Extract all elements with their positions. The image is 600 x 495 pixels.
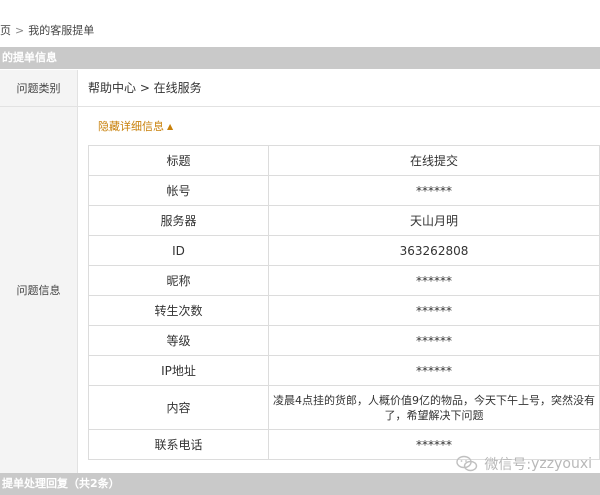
field-name: 等级: [88, 325, 269, 356]
table-row: 内容 凌晨4点挂的货郎，人概价值9亿的物品，今天下午上号，突然没有了，希望解决下问…: [88, 385, 600, 430]
breadcrumb-separator: >: [15, 24, 25, 37]
field-value: 在线提交: [268, 145, 600, 176]
hide-details-label: 隐藏详细信息: [98, 120, 164, 133]
field-value: 天山月明: [268, 205, 600, 236]
field-name: 联系电话: [88, 429, 269, 460]
breadcrumb-current: 我的客服提单: [28, 24, 95, 37]
field-name: 内容: [88, 385, 269, 430]
table-row: 昵称 ******: [88, 265, 600, 296]
table-row: 等级 ******: [88, 325, 600, 356]
field-name: 昵称: [88, 265, 269, 296]
field-name: IP地址: [88, 355, 269, 386]
hide-details-toggle[interactable]: 隐藏详细信息 ▲: [98, 118, 173, 134]
table-row: 转生次数 ******: [88, 295, 600, 326]
breadcrumb-parent[interactable]: 页: [0, 24, 11, 37]
watermark-account: yzzyouxi: [531, 456, 592, 472]
field-name: 服务器: [88, 205, 269, 236]
field-name: 转生次数: [88, 295, 269, 326]
breadcrumb: 页 > 我的客服提单: [0, 20, 94, 42]
field-value: ******: [268, 355, 600, 386]
field-value: 363262808: [268, 235, 600, 266]
question-info-label: 问题信息: [0, 107, 78, 473]
field-value: 凌晨4点挂的货郎，人概价值9亿的物品，今天下午上号，突然没有了，希望解决下问题: [268, 385, 600, 430]
wechat-icon: [456, 455, 478, 473]
question-type-row: 问题类别 帮助中心 > 在线服务: [0, 70, 600, 107]
table-row: 帐号 ******: [88, 175, 600, 206]
field-value: ******: [268, 175, 600, 206]
question-type-label: 问题类别: [0, 70, 78, 106]
reply-section-header: 提单处理回复（共2条）: [0, 473, 600, 495]
field-value: ******: [268, 265, 600, 296]
detail-table: 标题 在线提交 帐号 ****** 服务器 天山月明 ID 363262808 昵称 ******…: [88, 145, 600, 460]
table-row: 标题 在线提交: [88, 145, 600, 176]
watermark-prefix: 微信号:: [484, 457, 532, 473]
caret-up-icon: ▲: [167, 122, 174, 131]
field-value: ******: [268, 295, 600, 326]
section-header: 的提单信息: [0, 47, 600, 69]
field-name: 帐号: [88, 175, 269, 206]
question-type-value: 帮助中心 > 在线服务: [88, 81, 202, 95]
table-row: ID 363262808: [88, 235, 600, 266]
field-name: 标题: [88, 145, 269, 176]
field-name: ID: [88, 235, 269, 266]
watermark: 微信号: yzzyouxi: [456, 452, 592, 476]
table-row: IP地址 ******: [88, 355, 600, 386]
field-value: ******: [268, 325, 600, 356]
table-row: 服务器 天山月明: [88, 205, 600, 236]
